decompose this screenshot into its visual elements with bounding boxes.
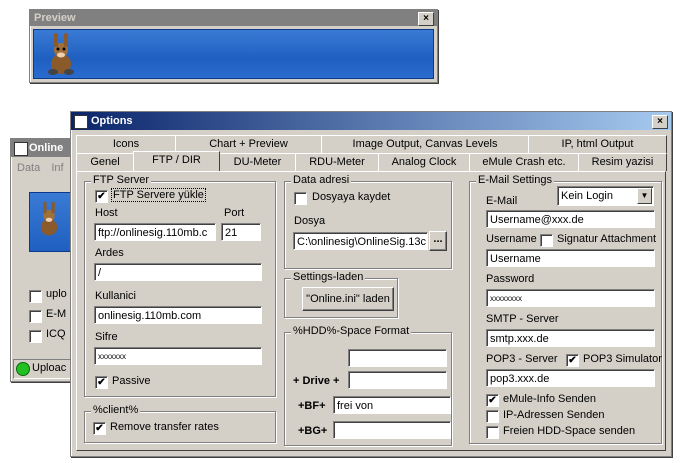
signatur-checkbox[interactable] — [540, 234, 553, 247]
chevron-down-icon[interactable]: ▼ — [637, 188, 652, 204]
tab-resim-yazisi[interactable]: Resim yazisi — [578, 153, 667, 171]
online-menubar: Data Inf — [17, 162, 64, 174]
email-input[interactable]: Username@xxx.de — [486, 210, 655, 228]
emule-info-checkbox[interactable]: ✔ — [486, 394, 499, 407]
online-check-icq[interactable] — [29, 330, 42, 343]
tab-genel[interactable]: Genel — [76, 153, 134, 171]
ftp-server-group-label: FTP Server — [91, 174, 152, 186]
online-check-upload[interactable] — [29, 290, 42, 303]
ardes-input[interactable]: / — [94, 263, 262, 281]
browse-button[interactable]: ... — [429, 231, 447, 251]
ip-address-checkbox[interactable] — [486, 410, 499, 423]
hdd-format-group: %HDD%-Space Format + Drive + +BF+ frei v… — [284, 325, 452, 446]
port-input[interactable]: 21 — [221, 223, 261, 241]
email-settings-group-label: E-Mail Settings — [476, 174, 554, 186]
online-check-email[interactable] — [29, 310, 42, 323]
signatur-label: Signatur Attachment — [557, 233, 657, 245]
login-select[interactable]: Kein Login ▼ — [557, 186, 654, 206]
passive-label: Passive — [112, 375, 151, 387]
port-label: Port — [224, 207, 245, 219]
tab-ftp-dir[interactable]: FTP / DIR — [133, 151, 220, 171]
pop3-simulator-label: POP3 Simulator — [583, 353, 662, 365]
status-led-icon — [16, 362, 30, 376]
tab-du-meter[interactable]: DU-Meter — [219, 153, 296, 171]
drive-label: + Drive + — [293, 375, 340, 387]
ardes-label: Ardes — [95, 247, 124, 259]
hdd-format-input-1[interactable] — [348, 349, 447, 367]
data-address-group-label: Data adresi — [291, 174, 352, 186]
menu-info[interactable]: Inf — [51, 162, 63, 174]
pop3-input[interactable]: pop3.xxx.de — [486, 369, 655, 387]
hdd-space-label: Freien HDD-Space senden — [503, 425, 636, 437]
remove-transfer-label: Remove transfer rates — [110, 421, 219, 433]
tab-emule-crash[interactable]: eMule Crash etc. — [469, 153, 579, 171]
menu-data[interactable]: Data — [17, 162, 40, 174]
options-close-button[interactable]: × — [652, 115, 668, 129]
pop3-simulator-checkbox[interactable]: ✔ — [566, 354, 579, 367]
email-settings-group: E-Mail Settings E-Mail Kein Login ▼ User… — [469, 174, 662, 444]
username-input[interactable]: Username — [486, 249, 655, 267]
tab-image-output[interactable]: Image Output, Canvas Levels — [321, 135, 529, 153]
options-titlebar: Options — [71, 112, 671, 130]
file-path-input[interactable]: C:\onlinesig\OnlineSig.13c — [293, 232, 428, 250]
smtp-input[interactable]: smtp.xxx.de — [486, 329, 655, 347]
hdd-space-checkbox[interactable] — [486, 426, 499, 439]
hdd-format-group-label: %HDD%-Space Format — [291, 325, 412, 337]
options-app-icon — [74, 115, 88, 129]
preview-title: Preview — [30, 10, 437, 26]
email-label: E-Mail — [486, 195, 518, 207]
client-group-label: %client% — [91, 404, 141, 416]
user-label: Kullanici — [95, 290, 136, 302]
online-title: Online — [29, 142, 64, 154]
ftp-server-group: FTP Server ✔ FTP Servere yükle Host Port… — [84, 174, 276, 397]
online-check-upload-label: uplo — [46, 288, 67, 300]
pop3-label: POP3 - Server — [486, 353, 558, 365]
emule-info-label: eMule-Info Senden — [503, 393, 596, 405]
data-address-group: Data adresi Dosyaya kaydet Dosya C:\onli… — [284, 174, 452, 269]
options-title: Options — [91, 115, 133, 127]
login-select-value: Kein Login — [561, 190, 613, 202]
settings-load-group-label: Settings-laden — [291, 271, 366, 283]
drive-input[interactable] — [348, 371, 447, 389]
save-to-file-checkbox[interactable] — [294, 192, 307, 205]
options-window: Options × Icons Chart + Preview Image Ou… — [70, 111, 672, 457]
mule-mascot-icon — [48, 33, 74, 75]
ip-address-label: IP-Adressen Senden — [503, 409, 605, 421]
tab-analog-clock[interactable]: Analog Clock — [378, 153, 470, 171]
passive-checkbox[interactable]: ✔ — [95, 376, 108, 389]
smtp-label: SMTP - Server — [486, 313, 559, 325]
preview-close-button[interactable]: × — [418, 12, 434, 26]
online-check-email-label: E-M — [46, 308, 67, 320]
password-input[interactable]: xxxxxxxx — [486, 289, 655, 307]
ftp-enable-label: FTP Servere yükle — [111, 188, 206, 202]
file-label: Dosya — [294, 215, 326, 227]
tab-ip-html[interactable]: IP, html Output — [528, 135, 667, 153]
load-ini-button[interactable]: "Online.ini" laden — [302, 287, 394, 311]
online-app-icon — [14, 142, 28, 156]
bf-label: +BF+ — [298, 400, 326, 412]
tab-rdu-meter[interactable]: RDU-Meter — [295, 153, 379, 171]
bg-label: +BG+ — [298, 425, 328, 437]
pass-input[interactable]: xxxxxxx — [94, 347, 262, 365]
online-check-icq-label: ICQ — [46, 328, 66, 340]
ftp-enable-checkbox[interactable]: ✔ — [95, 190, 108, 203]
online-status-text: Uploac — [32, 362, 67, 374]
bg-input[interactable] — [333, 421, 451, 439]
password-label: Password — [486, 273, 535, 285]
user-input[interactable]: onlinesig.110mb.com — [94, 306, 262, 324]
mule-mascot-small-icon — [40, 201, 58, 236]
preview-window: Preview × — [29, 9, 438, 83]
settings-load-group: Settings-laden "Online.ini" laden — [284, 271, 398, 318]
preview-canvas — [33, 29, 434, 79]
client-group: %client% ✔ Remove transfer rates — [84, 404, 276, 443]
bf-input[interactable]: frei von — [333, 396, 451, 414]
username-label: Username — [486, 233, 537, 245]
host-label: Host — [95, 207, 118, 219]
save-to-file-label: Dosyaya kaydet — [312, 191, 391, 203]
remove-transfer-checkbox[interactable]: ✔ — [93, 422, 106, 435]
pass-label: Sifre — [95, 331, 118, 343]
host-input[interactable]: ftp://onlinesig.110mb.c — [94, 223, 216, 241]
